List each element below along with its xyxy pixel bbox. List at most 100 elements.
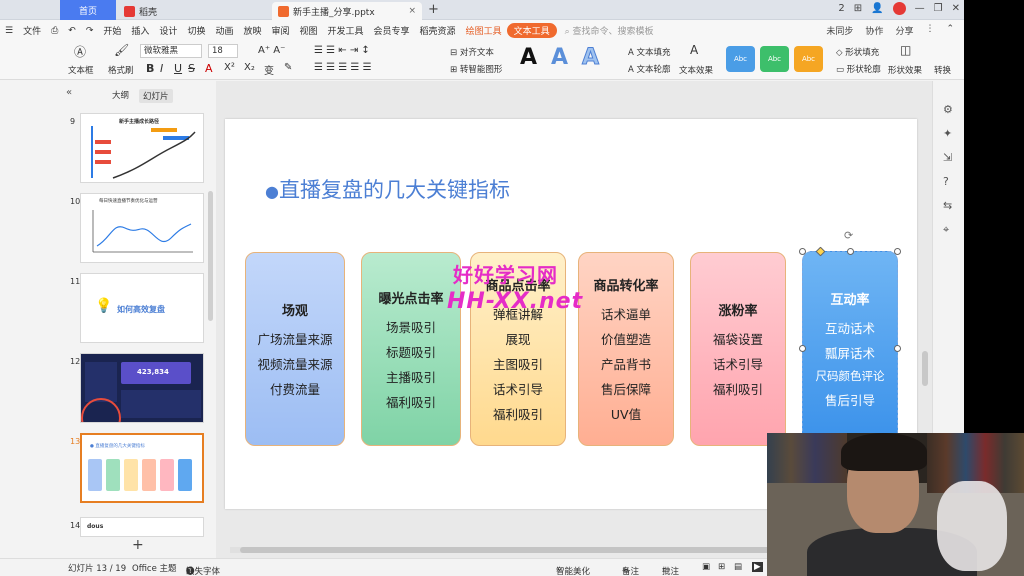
tab-outline[interactable]: 大纲 — [112, 89, 129, 103]
resize-handle[interactable] — [894, 345, 901, 352]
shape-style-green[interactable]: Abc — [760, 46, 789, 72]
menu-daoke-resources[interactable]: 稻壳资源 — [415, 24, 461, 37]
reading-view-icon[interactable]: ▤ — [734, 562, 742, 572]
minimize-icon[interactable]: — — [915, 3, 925, 14]
metric-card-selected[interactable]: 互动率 互动话术 瓢屏话术 尺码颜色评论 售后引导 — [802, 251, 898, 447]
underline-button[interactable]: U — [174, 62, 182, 75]
shape-effect-button[interactable]: 形状效果 — [888, 64, 922, 76]
tab-slides[interactable]: 幻灯片 — [139, 89, 173, 103]
help-icon[interactable]: ? — [943, 175, 949, 188]
metric-card[interactable]: 商品转化率 话术逼单 价值塑造 产品背书 售后保障 UV值 — [578, 252, 674, 446]
smartart-button[interactable]: ⊞ 转智能图形 — [450, 63, 502, 75]
menu-file[interactable]: 文件 — [18, 24, 46, 37]
subscript-button[interactable]: X₂ — [244, 62, 255, 73]
italic-button[interactable]: I — [160, 62, 163, 75]
layout-icon[interactable]: ⊞ — [854, 3, 862, 14]
new-tab-icon[interactable]: + — [428, 2, 439, 17]
textbox-button[interactable]: 文本框 — [68, 64, 94, 76]
menu-text-tools[interactable]: 文本工具 — [506, 23, 557, 38]
tab-home[interactable]: 首页 — [60, 0, 116, 20]
shape-effect-icon[interactable]: ◫ — [900, 43, 911, 57]
tab-daoke[interactable]: 稻壳 — [118, 2, 258, 20]
collapse-ribbon-icon[interactable]: ⌃ — [946, 24, 954, 37]
avatar[interactable] — [892, 2, 906, 15]
menu-view[interactable]: 视图 — [295, 24, 323, 37]
canvas-vertical-scrollbar[interactable] — [922, 351, 928, 386]
text-style-outline[interactable]: A — [581, 45, 599, 71]
menu-design[interactable]: 设计 — [154, 24, 182, 37]
settings-sliders-icon[interactable]: ⚙ — [943, 103, 953, 116]
export-icon[interactable]: ⇲ — [943, 151, 952, 164]
resize-handle[interactable] — [799, 345, 806, 352]
metric-card[interactable]: 场观 广场流量来源 视频流量来源 付费流量 — [245, 252, 345, 446]
highlight-icon[interactable]: ✎ — [284, 62, 292, 73]
slide-thumbnail-14[interactable]: dous — [80, 517, 204, 537]
theme-name[interactable]: Office 主题 — [132, 562, 177, 574]
menu-transition[interactable]: 切换 — [182, 24, 210, 37]
transfer-icon[interactable]: ⇆ — [943, 199, 952, 212]
menu-insert[interactable]: 插入 — [126, 24, 154, 37]
slide-thumbnail-13[interactable]: ● 直播复盘的几大关键指标 — [80, 433, 204, 503]
undo-icon[interactable]: ↶ — [63, 26, 81, 36]
text-effect-button[interactable]: 文本效果 — [679, 64, 713, 76]
slide-thumbnail-9[interactable]: 新手主播成长路径 — [80, 113, 204, 183]
textbox-icon[interactable]: Ⓐ — [74, 43, 86, 60]
menu-review[interactable]: 审阅 — [266, 24, 294, 37]
collapse-panel-icon[interactable]: « — [66, 87, 72, 98]
format-brush-button[interactable]: 格式刷 — [108, 64, 134, 76]
font-name-select[interactable]: 微软雅黑 — [140, 44, 202, 58]
strike-button[interactable]: S — [188, 62, 195, 75]
thumbnail-scrollbar[interactable] — [208, 191, 213, 321]
sorter-view-icon[interactable]: ⊞ — [718, 562, 725, 572]
font-grow-icon[interactable]: A⁺ A⁻ — [258, 45, 285, 56]
normal-view-icon[interactable]: ▣ — [702, 562, 710, 572]
save-icon[interactable]: ⎙ — [46, 26, 63, 36]
hamburger-icon[interactable]: ☰ — [0, 26, 18, 36]
menu-start[interactable]: 开始 — [98, 24, 126, 37]
play-slideshow-icon[interactable]: ▶ — [752, 562, 763, 572]
align-icons[interactable]: ☰ ☰ ☰ ☰ ☰ — [314, 62, 372, 73]
text-outline-button[interactable]: A 文本轮廓 — [628, 63, 671, 75]
shape-style-blue[interactable]: Abc — [726, 46, 755, 72]
user-icon[interactable]: 👤 — [871, 3, 883, 14]
superscript-button[interactable]: X² — [224, 62, 235, 73]
slide-thumbnail-11[interactable]: 💡 如何高效复盘 — [80, 273, 204, 343]
menu-slideshow[interactable]: 放映 — [238, 24, 266, 37]
collab-button[interactable]: 协作 — [865, 24, 883, 37]
resize-handle[interactable] — [894, 248, 901, 255]
location-icon[interactable]: ⌖ — [943, 223, 949, 237]
more-icon[interactable]: ⋮ — [925, 24, 934, 37]
metric-card[interactable]: 涨粉率 福袋设置 话术引导 福利吸引 — [690, 252, 786, 446]
resize-handle[interactable] — [799, 248, 806, 255]
tab-file[interactable]: 新手主播_分享.pptx × — [272, 2, 422, 20]
text-fill-button[interactable]: A 文本填充 — [628, 46, 671, 58]
shape-fill-button[interactable]: ◇ 形状填充 — [836, 46, 879, 58]
text-effect-icon[interactable]: A — [690, 43, 698, 57]
bullets-icon[interactable]: ☰ ☰ ⇤ ⇥ ↕ — [314, 45, 370, 56]
unsynced-button[interactable]: 未同步 — [826, 24, 853, 37]
char-spacing-icon[interactable]: 变 — [264, 62, 274, 77]
badge-count[interactable]: 2 — [838, 3, 844, 14]
bold-button[interactable]: B — [146, 62, 154, 75]
font-size-select[interactable]: 18 — [208, 44, 238, 58]
pin-icon[interactable]: ✦ — [943, 127, 952, 140]
share-button[interactable]: 分享 — [895, 24, 913, 37]
scroll-thumb[interactable] — [240, 547, 800, 553]
slide-thumbnail-10[interactable]: 每日快速直播节奏优化与运营 — [80, 193, 204, 263]
slide-title[interactable]: ●直播复盘的几大关键指标 — [265, 174, 510, 204]
resize-handle[interactable] — [847, 248, 854, 255]
metric-card[interactable]: 曝光点击率 场景吸引 标题吸引 主播吸引 福利吸引 — [361, 252, 461, 446]
align-text-button[interactable]: ⊟ 对齐文本 — [450, 46, 494, 58]
close-tab-icon[interactable]: × — [408, 6, 416, 16]
menu-member[interactable]: 会员专享 — [369, 24, 415, 37]
font-color-button[interactable]: A — [205, 62, 213, 75]
menu-animation[interactable]: 动画 — [210, 24, 238, 37]
slide-thumbnail-12[interactable]: 423,834 — [80, 353, 204, 423]
text-style-blue[interactable]: A — [551, 45, 568, 70]
maximize-icon[interactable]: ❐ — [934, 3, 943, 14]
shape-style-orange[interactable]: Abc — [794, 46, 823, 72]
menu-draw-tools[interactable]: 绘图工具 — [461, 24, 507, 37]
add-slide-icon[interactable]: + — [132, 537, 144, 553]
rotate-handle-icon[interactable]: ⟳ — [844, 229, 853, 242]
close-window-icon[interactable]: ✕ — [952, 3, 960, 14]
